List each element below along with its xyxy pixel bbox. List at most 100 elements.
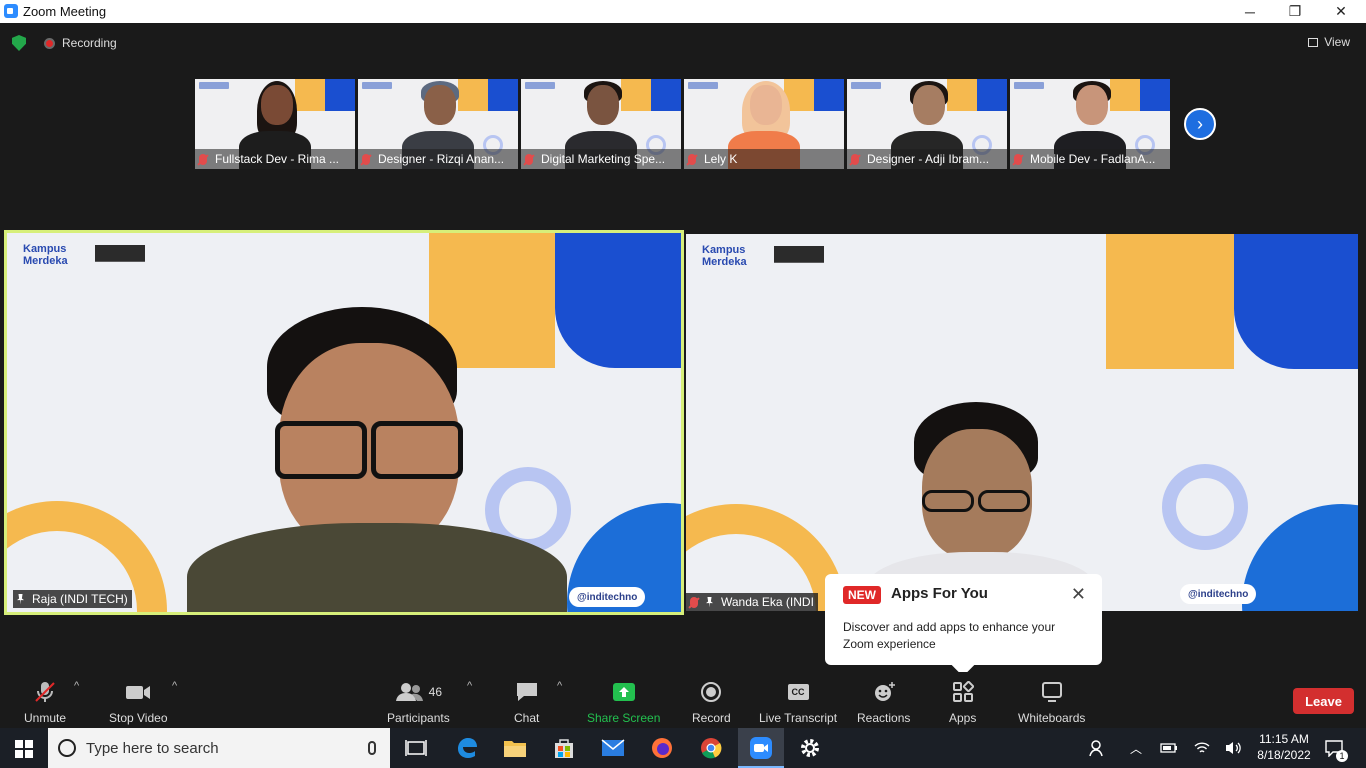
battery-icon [1157, 736, 1181, 760]
file-explorer-icon[interactable] [503, 736, 527, 760]
participant-name: Fullstack Dev - Rima ... [215, 152, 340, 166]
participants-label: Participants [387, 711, 450, 725]
unmute-button[interactable]: Unmute [24, 680, 66, 725]
windows-taskbar: Type here to search ︿ 11:15 AM 8/18/2022… [0, 728, 1366, 768]
close-window-button[interactable]: ✕ [1318, 0, 1364, 23]
indi-logo [95, 245, 145, 262]
taskbar-search[interactable]: Type here to search [48, 728, 390, 768]
unmute-label: Unmute [24, 711, 67, 725]
chat-label: Chat [514, 711, 540, 725]
stop-video-label: Stop Video [109, 711, 168, 725]
bg-blue-circle [1242, 504, 1358, 611]
glasses [978, 490, 1030, 512]
participants-options-caret[interactable]: ^ [467, 680, 472, 692]
muted-mic-icon [199, 153, 207, 165]
participant-name: Wanda Eka (INDI [721, 595, 814, 609]
bg-blue-block [1234, 234, 1358, 369]
bg-shape [325, 79, 355, 111]
whiteboards-button[interactable]: Whiteboards [1018, 680, 1085, 725]
minimize-button[interactable]: ─ [1227, 0, 1273, 23]
audio-options-caret[interactable]: ^ [74, 680, 79, 692]
recording-label: Recording [62, 36, 117, 50]
participant-thumbnail[interactable]: Designer - Adji Ibram... [847, 79, 1007, 169]
social-handle: @inditechno [569, 587, 646, 607]
participant-name: Designer - Rizqi Anan... [378, 152, 505, 166]
video-tile-raja[interactable]: Kampus Merdeka @inditechno Raja (INDI TE… [4, 230, 684, 615]
participant-thumbnail[interactable]: Designer - Rizqi Anan... [358, 79, 518, 169]
record-icon [700, 680, 722, 704]
participant-name: Lely K [704, 152, 738, 166]
next-page-button[interactable]: › [1184, 108, 1216, 140]
apps-label: Apps [949, 711, 977, 725]
view-label: View [1324, 35, 1350, 49]
bg-ring [1162, 464, 1248, 550]
participant-thumbnail[interactable]: Mobile Dev - FadlanA... [1010, 79, 1170, 169]
chat-bubble-icon [515, 680, 539, 704]
new-badge: NEW [843, 586, 881, 604]
apps-for-you-popup: NEW Apps For You ✕ Discover and add apps… [825, 574, 1102, 665]
muted-mic-icon [1014, 153, 1022, 165]
clock-time: 11:15 AM [1259, 732, 1309, 746]
edge-browser-icon[interactable] [455, 736, 479, 760]
participant-thumbnail[interactable]: Digital Marketing Spe... [521, 79, 681, 169]
apps-button[interactable]: Apps [949, 680, 976, 725]
share-screen-button[interactable]: Share Screen [587, 680, 660, 725]
chevron-up-icon[interactable]: ︿ [1124, 736, 1148, 760]
indi-logo [774, 246, 824, 263]
participant-thumbnail[interactable]: Fullstack Dev - Rima ... [195, 79, 355, 169]
reactions-button[interactable]: Reactions [857, 680, 910, 725]
brand-logo [362, 82, 392, 89]
bg-shape [1110, 79, 1140, 111]
stop-video-button[interactable]: Stop Video [109, 680, 168, 725]
meeting-area: Recording View Fullstack Dev - Rima ... … [0, 23, 1366, 728]
close-icon[interactable]: ✕ [1071, 584, 1086, 605]
participants-count: 46 [428, 685, 443, 699]
popup-title: Apps For You [891, 585, 988, 602]
participants-button[interactable]: 46 Participants [387, 680, 450, 725]
zoom-taskbar-icon[interactable] [749, 736, 773, 760]
people-icon[interactable] [1086, 736, 1110, 760]
cc-badge: CC [787, 684, 809, 700]
participant-label: Mobile Dev - FadlanA... [1010, 149, 1170, 169]
mail-icon[interactable] [601, 736, 625, 760]
window-titlebar: Zoom Meeting ─ ❐ ✕ [0, 0, 1366, 23]
notification-icon[interactable]: 1 [1322, 736, 1348, 762]
microphone-icon[interactable] [368, 741, 376, 755]
muted-mic-icon [362, 153, 370, 165]
video-options-caret[interactable]: ^ [172, 680, 177, 692]
meeting-status: Recording [12, 35, 117, 51]
participant-thumbnail[interactable]: Lely K [684, 79, 844, 169]
microsoft-store-icon[interactable] [552, 736, 576, 760]
settings-gear-icon[interactable] [798, 736, 822, 760]
firefox-icon[interactable] [650, 736, 674, 760]
task-view-icon[interactable] [404, 736, 428, 760]
chat-button[interactable]: Chat [514, 680, 539, 725]
wifi-icon[interactable] [1190, 736, 1214, 760]
social-handle: @inditechno [1180, 584, 1257, 604]
view-button[interactable]: View [1308, 35, 1350, 49]
person-head [1076, 85, 1108, 125]
participant-name-tag: Wanda Eka (INDI [686, 593, 818, 611]
record-button[interactable]: Record [692, 680, 731, 725]
live-transcript-button[interactable]: CC Live Transcript [759, 680, 837, 725]
restore-button[interactable]: ❐ [1272, 0, 1318, 23]
chrome-icon[interactable] [699, 736, 723, 760]
windows-start-icon[interactable] [15, 740, 33, 758]
chat-options-caret[interactable]: ^ [557, 680, 562, 692]
leave-button[interactable]: Leave [1293, 688, 1354, 714]
taskbar-clock[interactable]: 11:15 AM 8/18/2022 [1254, 731, 1314, 763]
brand-logo [199, 82, 229, 89]
security-shield-icon[interactable] [12, 35, 26, 51]
person-body [187, 523, 567, 612]
search-placeholder: Type here to search [86, 739, 219, 757]
participant-strip: Fullstack Dev - Rima ... Designer - Rizq… [195, 79, 1173, 169]
muted-microphone-icon [33, 680, 57, 704]
kampus-merdeka-logo: Kampus Merdeka [702, 244, 747, 268]
participant-label: Designer - Adji Ibram... [847, 149, 1007, 169]
speaker-icon[interactable] [1221, 736, 1245, 760]
whiteboard-icon [1040, 680, 1064, 704]
video-tile-wanda[interactable]: Kampus Merdeka @inditechno Wanda Eka (IN… [686, 234, 1358, 611]
chevron-right-icon: › [1197, 113, 1203, 134]
participant-label: Digital Marketing Spe... [521, 149, 681, 169]
muted-mic-icon [690, 596, 698, 608]
